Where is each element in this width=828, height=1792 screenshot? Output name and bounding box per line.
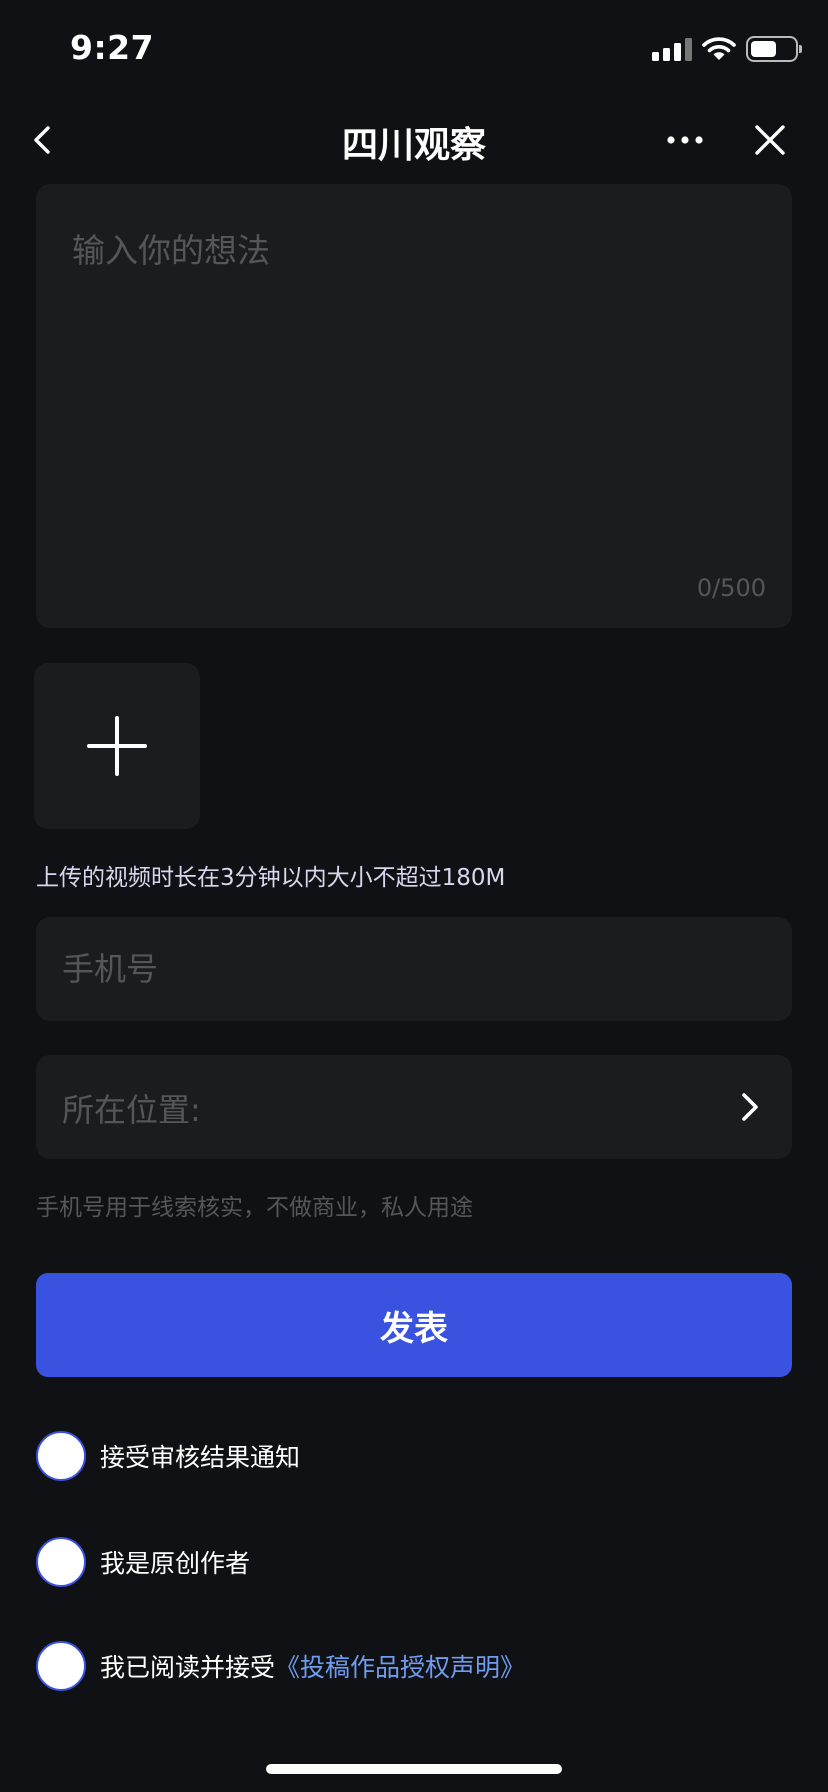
battery-icon	[746, 36, 802, 62]
wifi-icon	[702, 37, 736, 60]
upload-hint: 上传的视频时长在3分钟以内大小不超过180M	[36, 865, 506, 891]
signal-icon	[652, 37, 692, 61]
option-review-notification[interactable]: 接受审核结果通知	[36, 1430, 300, 1482]
home-indicator	[266, 1764, 562, 1774]
agreement-text: 我已阅读并接受	[100, 1653, 276, 1682]
more-icon[interactable]	[660, 118, 710, 162]
location-field[interactable]: 所在位置:	[36, 1055, 792, 1159]
option-label: 我是原创作者	[100, 1549, 251, 1578]
close-icon[interactable]	[748, 118, 792, 162]
publish-button[interactable]: 发表	[36, 1273, 792, 1377]
checkbox-circle[interactable]	[36, 1641, 86, 1691]
plus-icon	[87, 716, 147, 776]
phone-input[interactable]	[62, 917, 702, 1021]
status-time: 9:27	[70, 28, 155, 67]
thought-box: 0/500	[36, 184, 792, 628]
chevron-right-icon	[742, 1093, 758, 1121]
option-original-author[interactable]: 我是原创作者	[36, 1536, 250, 1588]
battery-fill	[751, 41, 777, 57]
phone-field	[36, 917, 792, 1021]
checkbox-circle[interactable]	[36, 1431, 86, 1481]
privacy-note: 手机号用于线索核实，不做商业，私人用途	[36, 1195, 473, 1221]
upload-media-button[interactable]	[34, 663, 200, 829]
location-label: 所在位置:	[62, 1091, 201, 1129]
nav-bar: 四川观察	[0, 100, 828, 180]
option-agreement[interactable]: 我已阅读并接受《投稿作品授权声明》	[36, 1640, 525, 1692]
checkbox-circle[interactable]	[36, 1537, 86, 1587]
option-label: 接受审核结果通知	[100, 1443, 301, 1472]
thought-input[interactable]	[72, 224, 752, 544]
agreement-link[interactable]: 《投稿作品授权声明》	[275, 1653, 525, 1682]
option-label: 我已阅读并接受《投稿作品授权声明》	[100, 1648, 525, 1684]
char-count: 0/500	[696, 574, 766, 602]
status-icons	[652, 34, 802, 64]
status-bar: 9:27	[0, 0, 828, 100]
